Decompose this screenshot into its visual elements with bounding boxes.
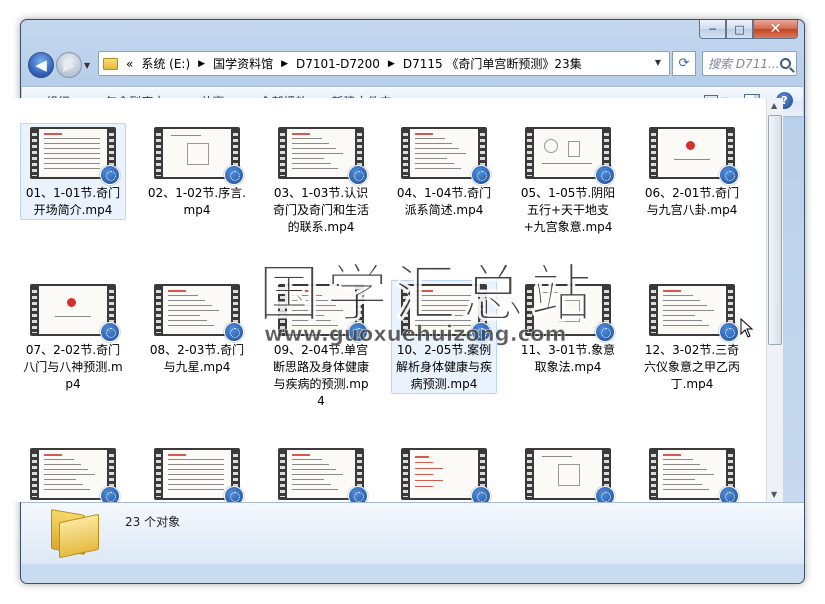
video-thumbnail — [154, 127, 244, 185]
media-player-icon — [595, 486, 615, 502]
video-thumbnail — [649, 448, 739, 502]
file-item[interactable]: 01、1-01节.奇门开场简介.mp4 — [20, 123, 126, 220]
breadcrumb-current[interactable]: D7115 《奇门单宫断预测》23集 — [403, 55, 582, 72]
media-player-icon — [224, 322, 244, 342]
media-player-icon — [471, 486, 491, 502]
file-name: 09、2-04节.单宫断思路及身体健康与疾病的预测.mp4 — [272, 343, 369, 408]
scroll-up-icon[interactable]: ▲ — [771, 101, 777, 110]
file-item[interactable]: 11、3-01节.象意取象法.mp4 — [515, 280, 621, 377]
breadcrumb-drive[interactable]: 系统 (E:) — [141, 55, 190, 72]
media-player-icon — [348, 322, 368, 342]
file-item[interactable]: 07、2-02节.奇门八门与八神预测.mp4 — [20, 280, 126, 394]
media-player-icon — [100, 486, 120, 502]
video-thumbnail — [525, 127, 615, 185]
scroll-thumb[interactable] — [768, 115, 782, 345]
refresh-button[interactable]: ⟳ — [672, 51, 696, 76]
mouse-cursor-icon — [740, 318, 754, 338]
navigation-bar: ◀ ▶ ▼ « 系统 (E:) ▶ 国学资料馆 ▶ D7101-D7200 ▶ … — [28, 49, 797, 81]
item-count: 23 个对象 — [125, 515, 181, 529]
minimize-button[interactable]: ─ — [699, 20, 726, 39]
file-item[interactable] — [268, 444, 374, 502]
file-item[interactable] — [391, 444, 497, 502]
media-player-icon — [100, 165, 120, 185]
file-name: 03、1-03节.认识奇门及奇门和生活的联系.mp4 — [272, 186, 369, 234]
file-name: 06、2-01节.奇门与九宫八卦.mp4 — [644, 186, 740, 217]
forward-button[interactable]: ▶ — [56, 52, 82, 78]
video-thumbnail — [278, 448, 368, 502]
address-bar[interactable]: « 系统 (E:) ▶ 国学资料馆 ▶ D7101-D7200 ▶ D7115 … — [98, 51, 670, 76]
caption-buttons: ─ □ ✕ — [699, 20, 798, 39]
search-input[interactable]: 搜索 D711... — [708, 55, 779, 72]
media-player-icon — [719, 322, 739, 342]
file-name: 12、3-02节.三奇六仪象意之甲乙丙丁.mp4 — [643, 343, 740, 391]
file-name: 08、2-03节.奇门与九星.mp4 — [149, 343, 245, 374]
media-player-icon — [471, 165, 491, 185]
breadcrumb-separator-icon[interactable]: ▶ — [388, 59, 395, 69]
file-name: 10、2-05节.案例解析身体健康与疾病预测.mp4 — [395, 343, 492, 391]
folder-icon — [51, 509, 105, 559]
breadcrumb-range[interactable]: D7101-D7200 — [296, 57, 380, 71]
breadcrumb-library[interactable]: 国学资料馆 — [213, 55, 273, 72]
vertical-scrollbar[interactable]: ▲ ▼ — [766, 98, 783, 502]
breadcrumb-separator-icon[interactable]: ▶ — [198, 59, 205, 69]
video-thumbnail — [278, 284, 368, 342]
video-thumbnail — [401, 448, 491, 502]
breadcrumb-separator-icon[interactable]: ▶ — [281, 59, 288, 69]
scroll-down-icon[interactable]: ▼ — [771, 490, 777, 499]
file-item[interactable]: 02、1-02节.序言.mp4 — [144, 123, 250, 220]
video-thumbnail — [278, 127, 368, 185]
maximize-button[interactable]: □ — [726, 20, 753, 39]
video-thumbnail — [649, 127, 739, 185]
folder-icon — [103, 57, 118, 70]
file-item[interactable] — [144, 444, 250, 502]
media-player-icon — [595, 165, 615, 185]
search-box[interactable]: 搜索 D711... — [702, 51, 797, 76]
media-player-icon — [224, 486, 244, 502]
media-player-icon — [100, 322, 120, 342]
video-thumbnail — [154, 448, 244, 502]
video-thumbnail — [30, 284, 120, 342]
address-dropdown-icon[interactable]: ▼ — [655, 58, 661, 67]
details-pane: 23 个对象 — [21, 502, 804, 564]
file-name: 11、3-01节.象意取象法.mp4 — [520, 343, 616, 374]
back-button[interactable]: ◀ — [28, 52, 54, 78]
media-player-icon — [595, 322, 615, 342]
file-item[interactable]: 05、1-05节.阴阳五行+天干地支+九宫象意.mp4 — [515, 123, 621, 237]
media-player-icon — [348, 165, 368, 185]
close-button[interactable]: ✕ — [753, 20, 798, 39]
video-thumbnail — [154, 284, 244, 342]
video-thumbnail — [30, 127, 120, 185]
file-item[interactable] — [515, 444, 621, 502]
file-item[interactable]: 06、2-01节.奇门与九宫八卦.mp4 — [639, 123, 745, 220]
file-item[interactable]: 08、2-03节.奇门与九星.mp4 — [144, 280, 250, 377]
file-name: 01、1-01节.奇门开场简介.mp4 — [25, 186, 121, 217]
file-name: 04、1-04节.奇门派系简述.mp4 — [396, 186, 492, 217]
file-item[interactable]: 09、2-04节.单宫断思路及身体健康与疾病的预测.mp4 — [268, 280, 374, 411]
file-list-view[interactable]: 01、1-01节.奇门开场简介.mp4 02、1-02节.序言.mp4 03、1-0… — [1, 98, 766, 502]
file-name: 05、1-05节.阴阳五行+天干地支+九宫象意.mp4 — [520, 186, 616, 234]
media-player-icon — [348, 486, 368, 502]
video-thumbnail — [525, 448, 615, 502]
media-player-icon — [719, 165, 739, 185]
breadcrumb-overflow[interactable]: « — [126, 57, 133, 71]
file-item[interactable] — [639, 444, 745, 502]
file-item[interactable]: 10、2-05节.案例解析身体健康与疾病预测.mp4 — [391, 280, 497, 394]
media-player-icon — [224, 165, 244, 185]
file-item[interactable]: 03、1-03节.认识奇门及奇门和生活的联系.mp4 — [268, 123, 374, 237]
file-item[interactable]: 04、1-04节.奇门派系简述.mp4 — [391, 123, 497, 220]
recent-pages-dropdown-icon[interactable]: ▼ — [84, 61, 90, 70]
file-item[interactable] — [20, 444, 126, 502]
video-thumbnail — [401, 284, 491, 342]
video-thumbnail — [525, 284, 615, 342]
file-name: 02、1-02节.序言.mp4 — [147, 186, 247, 217]
search-icon[interactable] — [780, 58, 791, 69]
video-thumbnail — [401, 127, 491, 185]
video-thumbnail — [649, 284, 739, 342]
media-player-icon — [719, 486, 739, 502]
file-name: 07、2-02节.奇门八门与八神预测.mp4 — [23, 343, 123, 391]
file-item[interactable]: 12、3-02节.三奇六仪象意之甲乙丙丁.mp4 — [639, 280, 745, 394]
video-thumbnail — [30, 448, 120, 502]
media-player-icon — [471, 322, 491, 342]
